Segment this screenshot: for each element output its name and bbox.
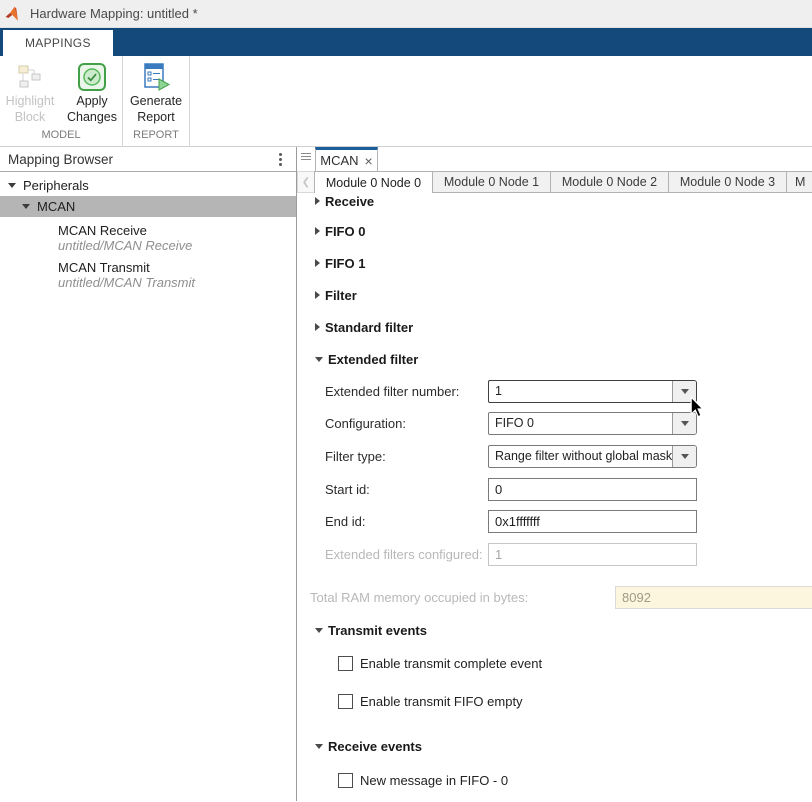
- extended-filters-configured-label: Extended filters configured:: [325, 547, 483, 562]
- chevron-right-icon: [315, 323, 320, 331]
- section-filter[interactable]: Filter: [297, 285, 812, 305]
- peripherals-tree: Peripherals MCAN MCAN Receive untitled/M…: [0, 172, 296, 801]
- doc-tab-mcan[interactable]: MCAN ×: [315, 147, 378, 171]
- tree-leaf-mcan-receive[interactable]: MCAN Receive untitled/MCAN Receive: [0, 224, 296, 254]
- field-row-start-id: Start id:: [297, 477, 812, 501]
- checkbox-row-tx-complete: Enable transmit complete event: [297, 652, 812, 674]
- chevron-down-icon: [8, 183, 16, 188]
- tx-fifo-empty-label: Enable transmit FIFO empty: [360, 694, 523, 709]
- rx-new-message-checkbox[interactable]: [338, 773, 353, 788]
- splitter-grip-icon[interactable]: [297, 147, 315, 171]
- section-standard-filter[interactable]: Standard filter: [297, 317, 812, 337]
- field-row-end-id: End id:: [297, 509, 812, 533]
- tab-module0-node1[interactable]: Module 0 Node 1: [432, 171, 551, 193]
- ribbon-tab-strip: MAPPINGS: [0, 28, 812, 56]
- highlight-block-icon: [15, 60, 45, 94]
- chevron-down-icon: [315, 628, 323, 633]
- field-row-extended-filter-number: Extended filter number: 1: [297, 379, 812, 403]
- chevron-right-icon: [315, 291, 320, 299]
- field-row-total-ram: Total RAM memory occupied in bytes:: [297, 585, 812, 609]
- tree-node-mcan[interactable]: MCAN: [0, 196, 296, 217]
- checkbox-row-tx-fifo-empty: Enable transmit FIFO empty: [297, 690, 812, 712]
- total-ram-input: [615, 586, 812, 609]
- chevron-down-icon: [315, 357, 323, 362]
- section-receive[interactable]: Receive: [297, 193, 812, 209]
- document-tab-bar: MCAN ×: [297, 147, 812, 171]
- toolbar-group-model: Highlight Block Apply Changes MODEL: [0, 56, 123, 146]
- tab-module0-node3[interactable]: Module 0 Node 3: [668, 171, 787, 193]
- highlight-block-label: Highlight Block: [1, 94, 59, 125]
- window-title: Hardware Mapping: untitled *: [30, 6, 198, 21]
- extended-filter-number-label: Extended filter number:: [325, 384, 459, 399]
- generate-report-label: Generate Report: [127, 94, 185, 125]
- close-icon[interactable]: ×: [365, 154, 373, 168]
- apply-changes-icon: [77, 60, 107, 94]
- extended-filter-number-dropdown[interactable]: 1: [488, 380, 697, 403]
- field-row-extended-filters-configured: Extended filters configured:: [297, 542, 812, 566]
- caret-down-icon: [681, 454, 689, 459]
- tx-fifo-empty-checkbox[interactable]: [338, 694, 353, 709]
- section-fifo0[interactable]: FIFO 0: [297, 221, 812, 241]
- start-id-label: Start id:: [325, 482, 370, 497]
- configuration-label: Configuration:: [325, 416, 406, 431]
- node-tab-bar: ❮ Module 0 Node 0 Module 0 Node 1 Module…: [297, 171, 812, 193]
- tx-complete-label: Enable transmit complete event: [360, 656, 542, 671]
- checkbox-row-rx-new-message: New message in FIFO - 0: [297, 769, 812, 791]
- title-bar: Hardware Mapping: untitled *: [0, 0, 812, 28]
- filter-type-dropdown[interactable]: Range filter without global mask: [488, 445, 697, 468]
- generate-report-icon: [140, 60, 172, 94]
- mapping-browser-title: Mapping Browser: [8, 152, 273, 167]
- caret-down-icon: [681, 389, 689, 394]
- tree-leaf-mcan-transmit[interactable]: MCAN Transmit untitled/MCAN Transmit: [0, 261, 296, 291]
- toolbar: Highlight Block Apply Changes MODEL: [0, 56, 812, 147]
- end-id-label: End id:: [325, 514, 365, 529]
- configuration-dropdown[interactable]: FIFO 0: [488, 412, 697, 435]
- matlab-logo-icon: [5, 5, 23, 23]
- settings-pane: Receive FIFO 0 FIFO 1 Filter Standard fi…: [297, 193, 812, 801]
- tab-mappings[interactable]: MAPPINGS: [3, 30, 113, 56]
- caret-down-icon: [681, 421, 689, 426]
- dropdown-arrow-button[interactable]: [672, 413, 696, 434]
- chevron-right-icon: [315, 197, 320, 205]
- section-receive-events[interactable]: Receive events: [297, 736, 812, 756]
- highlight-block-button: Highlight Block: [1, 60, 59, 129]
- chevron-down-icon: [22, 204, 30, 209]
- mapping-browser-panel: Mapping Browser Peripherals MCAN MCAN Re…: [0, 147, 297, 801]
- field-row-configuration: Configuration: FIFO 0: [297, 411, 812, 435]
- start-id-input[interactable]: [488, 478, 697, 501]
- panel-menu-icon[interactable]: [273, 150, 288, 169]
- dropdown-arrow-button[interactable]: [672, 381, 696, 402]
- tab-module0-node2[interactable]: Module 0 Node 2: [550, 171, 669, 193]
- chevron-right-icon: [315, 259, 320, 267]
- model-group-label: MODEL: [0, 129, 122, 146]
- report-group-label: REPORT: [123, 129, 189, 146]
- chevron-right-icon: [315, 227, 320, 235]
- tx-complete-checkbox[interactable]: [338, 656, 353, 671]
- section-transmit-events[interactable]: Transmit events: [297, 620, 812, 640]
- tab-scroll-left-icon[interactable]: ❮: [297, 171, 315, 193]
- dropdown-arrow-button[interactable]: [672, 446, 696, 467]
- tree-node-peripherals[interactable]: Peripherals: [0, 175, 296, 196]
- toolbar-group-report: Generate Report REPORT: [123, 56, 190, 146]
- end-id-input[interactable]: [488, 510, 697, 533]
- chevron-down-icon: [315, 744, 323, 749]
- field-row-filter-type: Filter type: Range filter without global…: [297, 444, 812, 468]
- apply-changes-button[interactable]: Apply Changes: [63, 60, 121, 129]
- tab-module-partial[interactable]: M: [786, 171, 812, 193]
- apply-changes-label: Apply Changes: [63, 94, 121, 125]
- section-extended-filter[interactable]: Extended filter: [297, 349, 812, 369]
- generate-report-button[interactable]: Generate Report: [127, 60, 185, 129]
- section-fifo1[interactable]: FIFO 1: [297, 253, 812, 273]
- filter-type-label: Filter type:: [325, 449, 386, 464]
- editor-panel: MCAN × ❮ Module 0 Node 0 Module 0 Node 1…: [297, 147, 812, 801]
- extended-filters-configured-input: [488, 543, 697, 566]
- mapping-browser-header: Mapping Browser: [0, 147, 296, 172]
- rx-new-message-label: New message in FIFO - 0: [360, 773, 508, 788]
- total-ram-label: Total RAM memory occupied in bytes:: [310, 590, 528, 605]
- tab-module0-node0[interactable]: Module 0 Node 0: [314, 171, 433, 193]
